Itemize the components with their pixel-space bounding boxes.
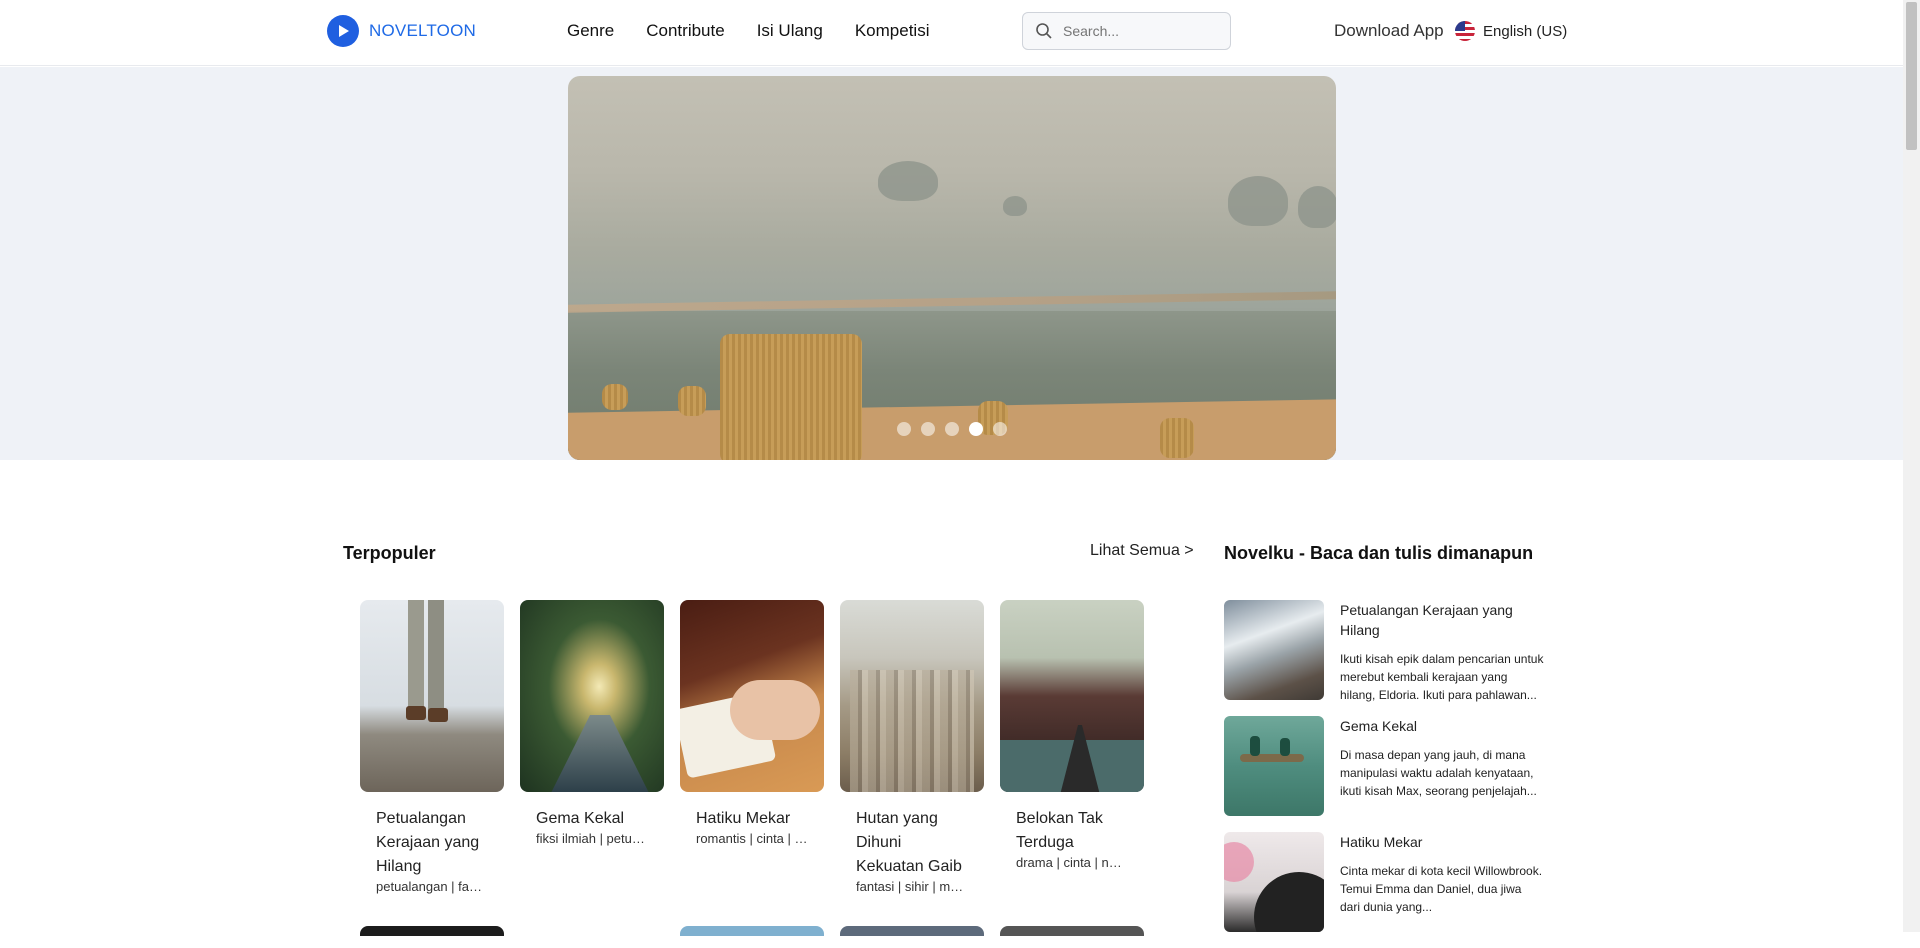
play-logo-icon <box>327 15 359 47</box>
search-input[interactable] <box>1063 23 1213 39</box>
book-title[interactable]: Belokan Tak Terduga <box>1016 807 1128 855</box>
book-thumbnail[interactable] <box>1224 600 1324 700</box>
book-title[interactable]: Hatiku Mekar <box>696 807 808 831</box>
book-card[interactable]: Petualangan Kerajaan yang Hilang petuala… <box>360 600 504 894</box>
side-book-desc: Ikuti kisah epik dalam pencarian untuk m… <box>1340 652 1544 702</box>
carousel-dot-active[interactable] <box>969 422 983 436</box>
book-thumbnail[interactable] <box>1224 716 1324 816</box>
carousel-dot[interactable] <box>897 422 911 436</box>
popular-section-title: Terpopuler <box>343 543 436 563</box>
side-book-desc: Cinta mekar di kota kecil Willowbrook. T… <box>1340 864 1543 914</box>
carousel-dot[interactable] <box>921 422 935 436</box>
side-book-title[interactable]: Petualangan Kerajaan yang Hilang <box>1340 600 1544 640</box>
book-cover[interactable] <box>520 600 664 792</box>
popular-list: Petualangan Kerajaan yang Hilang petuala… <box>360 600 1144 894</box>
hay-bale-image <box>720 334 862 460</box>
search-icon <box>1036 23 1052 39</box>
nav-contribute[interactable]: Contribute <box>646 21 724 41</box>
top-header: NOVELTOON Genre Contribute Isi Ulang Kom… <box>0 0 1903 66</box>
side-book-list: Petualangan Kerajaan yang Hilang Ikuti k… <box>1224 600 1544 948</box>
nav-kompetisi[interactable]: Kompetisi <box>855 21 930 41</box>
language-selector[interactable]: English (US) <box>1455 21 1567 41</box>
book-title[interactable]: Gema Kekal <box>536 807 648 831</box>
logo[interactable]: NOVELTOON <box>327 15 476 47</box>
scrollbar-thumb[interactable] <box>1906 2 1917 150</box>
book-cover[interactable] <box>360 600 504 792</box>
side-book-title[interactable]: Hatiku Mekar <box>1340 832 1544 852</box>
book-tags: fiksi ilmiah | petualangan <box>536 831 648 846</box>
side-book-title[interactable]: Gema Kekal <box>1340 716 1544 736</box>
book-title[interactable]: Petualangan Kerajaan yang Hilang <box>376 807 488 879</box>
logo-text: NOVELTOON <box>369 21 476 40</box>
book-tags: petualangan | fantasi <box>376 879 488 894</box>
us-flag-icon <box>1455 21 1475 41</box>
book-cover[interactable] <box>840 926 984 936</box>
book-cover[interactable] <box>360 926 504 936</box>
search-box[interactable] <box>1022 12 1231 50</box>
side-section-title: Novelku - Baca dan tulis dimanapun <box>1224 543 1534 563</box>
book-title[interactable]: Hutan yang Dihuni Kekuatan Gaib <box>856 807 968 879</box>
book-cover[interactable] <box>1000 600 1144 792</box>
side-book-desc: Di masa depan yang jauh, di mana manipul… <box>1340 748 1537 798</box>
book-cover[interactable] <box>840 600 984 792</box>
book-card[interactable]: Belokan Tak Terduga drama | cinta | nasi… <box>1000 600 1144 894</box>
nav-isi-ulang[interactable]: Isi Ulang <box>757 21 823 41</box>
page-scrollbar[interactable] <box>1903 0 1920 932</box>
book-tags: drama | cinta | nasib <box>1016 855 1128 870</box>
book-cover[interactable] <box>1000 926 1144 936</box>
main-nav: Genre Contribute Isi Ulang Kompetisi <box>567 21 929 41</box>
hero-carousel[interactable] <box>568 76 1336 460</box>
popular-list-next-row <box>360 926 1144 936</box>
side-book-item[interactable]: Gema Kekal Di masa depan yang jauh, di m… <box>1224 716 1544 816</box>
nav-genre[interactable]: Genre <box>567 21 614 41</box>
carousel-dot[interactable] <box>945 422 959 436</box>
book-card[interactable]: Hatiku Mekar romantis | cinta | kota <box>680 600 824 894</box>
book-card[interactable]: Gema Kekal fiksi ilmiah | petualangan <box>520 600 664 894</box>
side-book-item[interactable]: Hatiku Mekar Cinta mekar di kota kecil W… <box>1224 832 1544 932</box>
book-cover[interactable] <box>680 926 824 936</box>
carousel-dots <box>568 422 1336 436</box>
book-thumbnail[interactable] <box>1224 832 1324 932</box>
language-label: English (US) <box>1483 22 1568 40</box>
side-book-item[interactable]: Petualangan Kerajaan yang Hilang Ikuti k… <box>1224 600 1544 702</box>
book-cover[interactable] <box>680 600 824 792</box>
see-all-link[interactable]: Lihat Semua > <box>1090 542 1194 560</box>
carousel-dot[interactable] <box>993 422 1007 436</box>
book-tags: romantis | cinta | kota <box>696 831 808 846</box>
book-tags: fantasi | sihir | makhluk <box>856 879 968 894</box>
download-app-link[interactable]: Download App <box>1334 21 1444 41</box>
book-card[interactable]: Hutan yang Dihuni Kekuatan Gaib fantasi … <box>840 600 984 894</box>
book-cover[interactable] <box>520 926 664 936</box>
